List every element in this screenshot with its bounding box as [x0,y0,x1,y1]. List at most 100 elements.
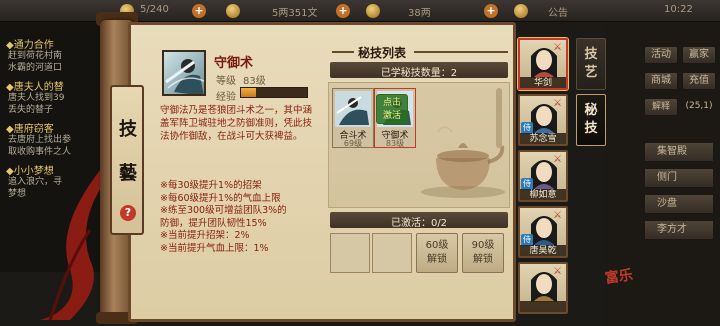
activity-button[interactable]: 活动 [644,46,678,64]
effect-line: ※每60级提升1%的气血上限 [160,192,281,204]
unlock-text: 解锁 [427,254,447,265]
teapot-decoration [421,126,505,198]
clock: 10:22 [664,4,693,15]
exp-bar [240,87,308,98]
silver-value: 5两351文 [272,8,318,19]
effect-line: 防御，提升团队韧性15% [160,217,267,229]
tab-char: 技 [119,119,137,140]
character-card[interactable]: ⚔ 侍苏念雪 [518,94,568,146]
location-label: 李方才 [657,224,687,235]
location-label: 集智殿 [657,146,687,157]
badge-line: 点击 [382,98,401,108]
tab-skill-art[interactable]: 技 藝 ? [110,85,144,235]
activated-bar: 已激活：0/2 [330,212,508,229]
level-label: 等级 [216,76,236,87]
unlock-slot-button[interactable]: 90级 解锁 [462,233,504,273]
map-coords: (25,1) [685,101,713,111]
add-gold-button[interactable]: + [484,4,498,18]
quest-desc: 取收购事件之人 [8,147,72,157]
skill-card-combat[interactable]: 合斗术 69级 [332,88,374,148]
tab-label: 秘 [584,103,598,118]
character-name [520,301,566,312]
badge-line: 激活 [382,111,401,121]
quest-title[interactable]: ◆通力合作 [6,36,54,51]
exp-label: 经验 [216,92,236,103]
skill-card-level: 83级 [385,139,405,148]
tab-char: 藝 [119,163,137,184]
title-ornament [332,51,354,53]
silver-icon [226,4,240,18]
quest-desc: 梦想 [8,189,27,199]
quest-desc: 丢失的替子 [8,105,54,115]
character-card[interactable]: ⚔ 侍柳如意 [518,150,568,202]
character-card[interactable]: ⚔ 华剑 [518,38,568,90]
recharge-button[interactable]: 充值 [682,72,716,90]
brand-seal: 富乐 [603,267,634,288]
character-card[interactable]: ⚔ [518,262,568,314]
tab-skill[interactable]: 技 艺 [576,38,606,90]
unlock-text: 解锁 [473,254,493,265]
tab-label: 技 [584,47,598,62]
skill-portrait [162,50,206,96]
list-title: 秘技列表 [358,46,407,60]
weapon-icon: ⚔ [553,154,562,165]
stamina-value: 5/240 [140,4,169,15]
title-ornament [414,51,508,53]
unlock-level: 90级 [471,240,495,251]
active-slot[interactable] [372,233,412,273]
combat-skill-icon [335,91,371,127]
unlock-level: 60级 [425,240,449,251]
skill-effects: ※每30级提升1%的招架 ※每60级提升1%的气血上限 ※练至300级可增益团队3%… [160,180,320,255]
location-list-item[interactable]: 李方才 [644,220,714,240]
notice-icon [514,4,528,18]
quest-desc: 唐夫人找到39 [8,93,65,103]
location-list-item[interactable]: 沙盘 [644,194,714,214]
character-name: 华剑 [520,77,566,88]
skill-card-level: 69级 [343,139,363,148]
effect-line: ※当前提升招架：2% [160,230,250,241]
tab-secret-skill[interactable]: 秘 技 [576,94,606,146]
level-value: 83级 [243,76,266,87]
character-name: 柳如意 [520,189,566,200]
effect-line: ※练至300级可增益团队3%的 [160,205,287,216]
weapon-icon: ⚔ [553,98,562,109]
character-name: 唐昊乾 [520,245,566,256]
learned-count: 已学秘技数量：2 [380,68,458,79]
explain-button[interactable]: 解释 [644,98,678,116]
activated-count: 已激活：0/2 [390,218,448,229]
character-card[interactable]: ⚔ 侍唐昊乾 [518,206,568,258]
character-name: 苏念雪 [520,133,566,144]
exp-bar-fill [241,88,256,97]
quest-desc: 赶到荷花村南 [8,51,63,61]
quest-title[interactable]: ◆唐夫人的替 [6,78,64,93]
quest-desc: 去唐府上找出参 [8,135,72,145]
skill-name: 守御术 [214,56,254,71]
winner-button[interactable]: 赢家 [682,46,716,64]
quest-desc: 水霸的河道口 [8,63,63,73]
add-stamina-button[interactable]: + [192,4,206,18]
unlock-slot-button[interactable]: 60级 解锁 [416,233,458,273]
location-label: 沙盘 [657,198,677,209]
location-list-item[interactable]: 集智殿 [644,142,714,162]
effect-line: ※当前提升气血上限：1% [160,242,269,254]
gold-icon [366,4,380,18]
location-label: 侧门 [657,172,677,183]
weapon-icon: ⚔ [553,42,562,53]
weapon-icon: ⚔ [553,266,562,277]
tab-label: 技 [584,121,598,136]
active-slot[interactable] [330,233,370,273]
effect-line: ※每30级提升1%的招架 [160,180,262,191]
learned-count-bar: 已学秘技数量：2 [330,62,508,79]
click-activate-badge[interactable]: 点击 激活 [376,94,408,124]
shop-button[interactable]: 商城 [644,72,678,90]
skill-description: 守御法乃是苍狼团斗术之一，其中涵盖军阵卫城驻地之防御准则，凭此技法协作御敌，在战… [160,105,313,142]
gold-value: 38两 [408,8,431,19]
help-icon[interactable]: ? [120,205,136,221]
announcement-link[interactable]: 公告 [548,4,568,19]
weapon-icon: ⚔ [553,210,562,221]
list-scrollbar[interactable] [496,88,502,148]
tab-label: 艺 [584,65,598,80]
add-silver-button[interactable]: + [336,4,350,18]
quest-title[interactable]: ◆唐府窃客 [6,120,54,135]
location-list-item[interactable]: 侧门 [644,168,714,188]
